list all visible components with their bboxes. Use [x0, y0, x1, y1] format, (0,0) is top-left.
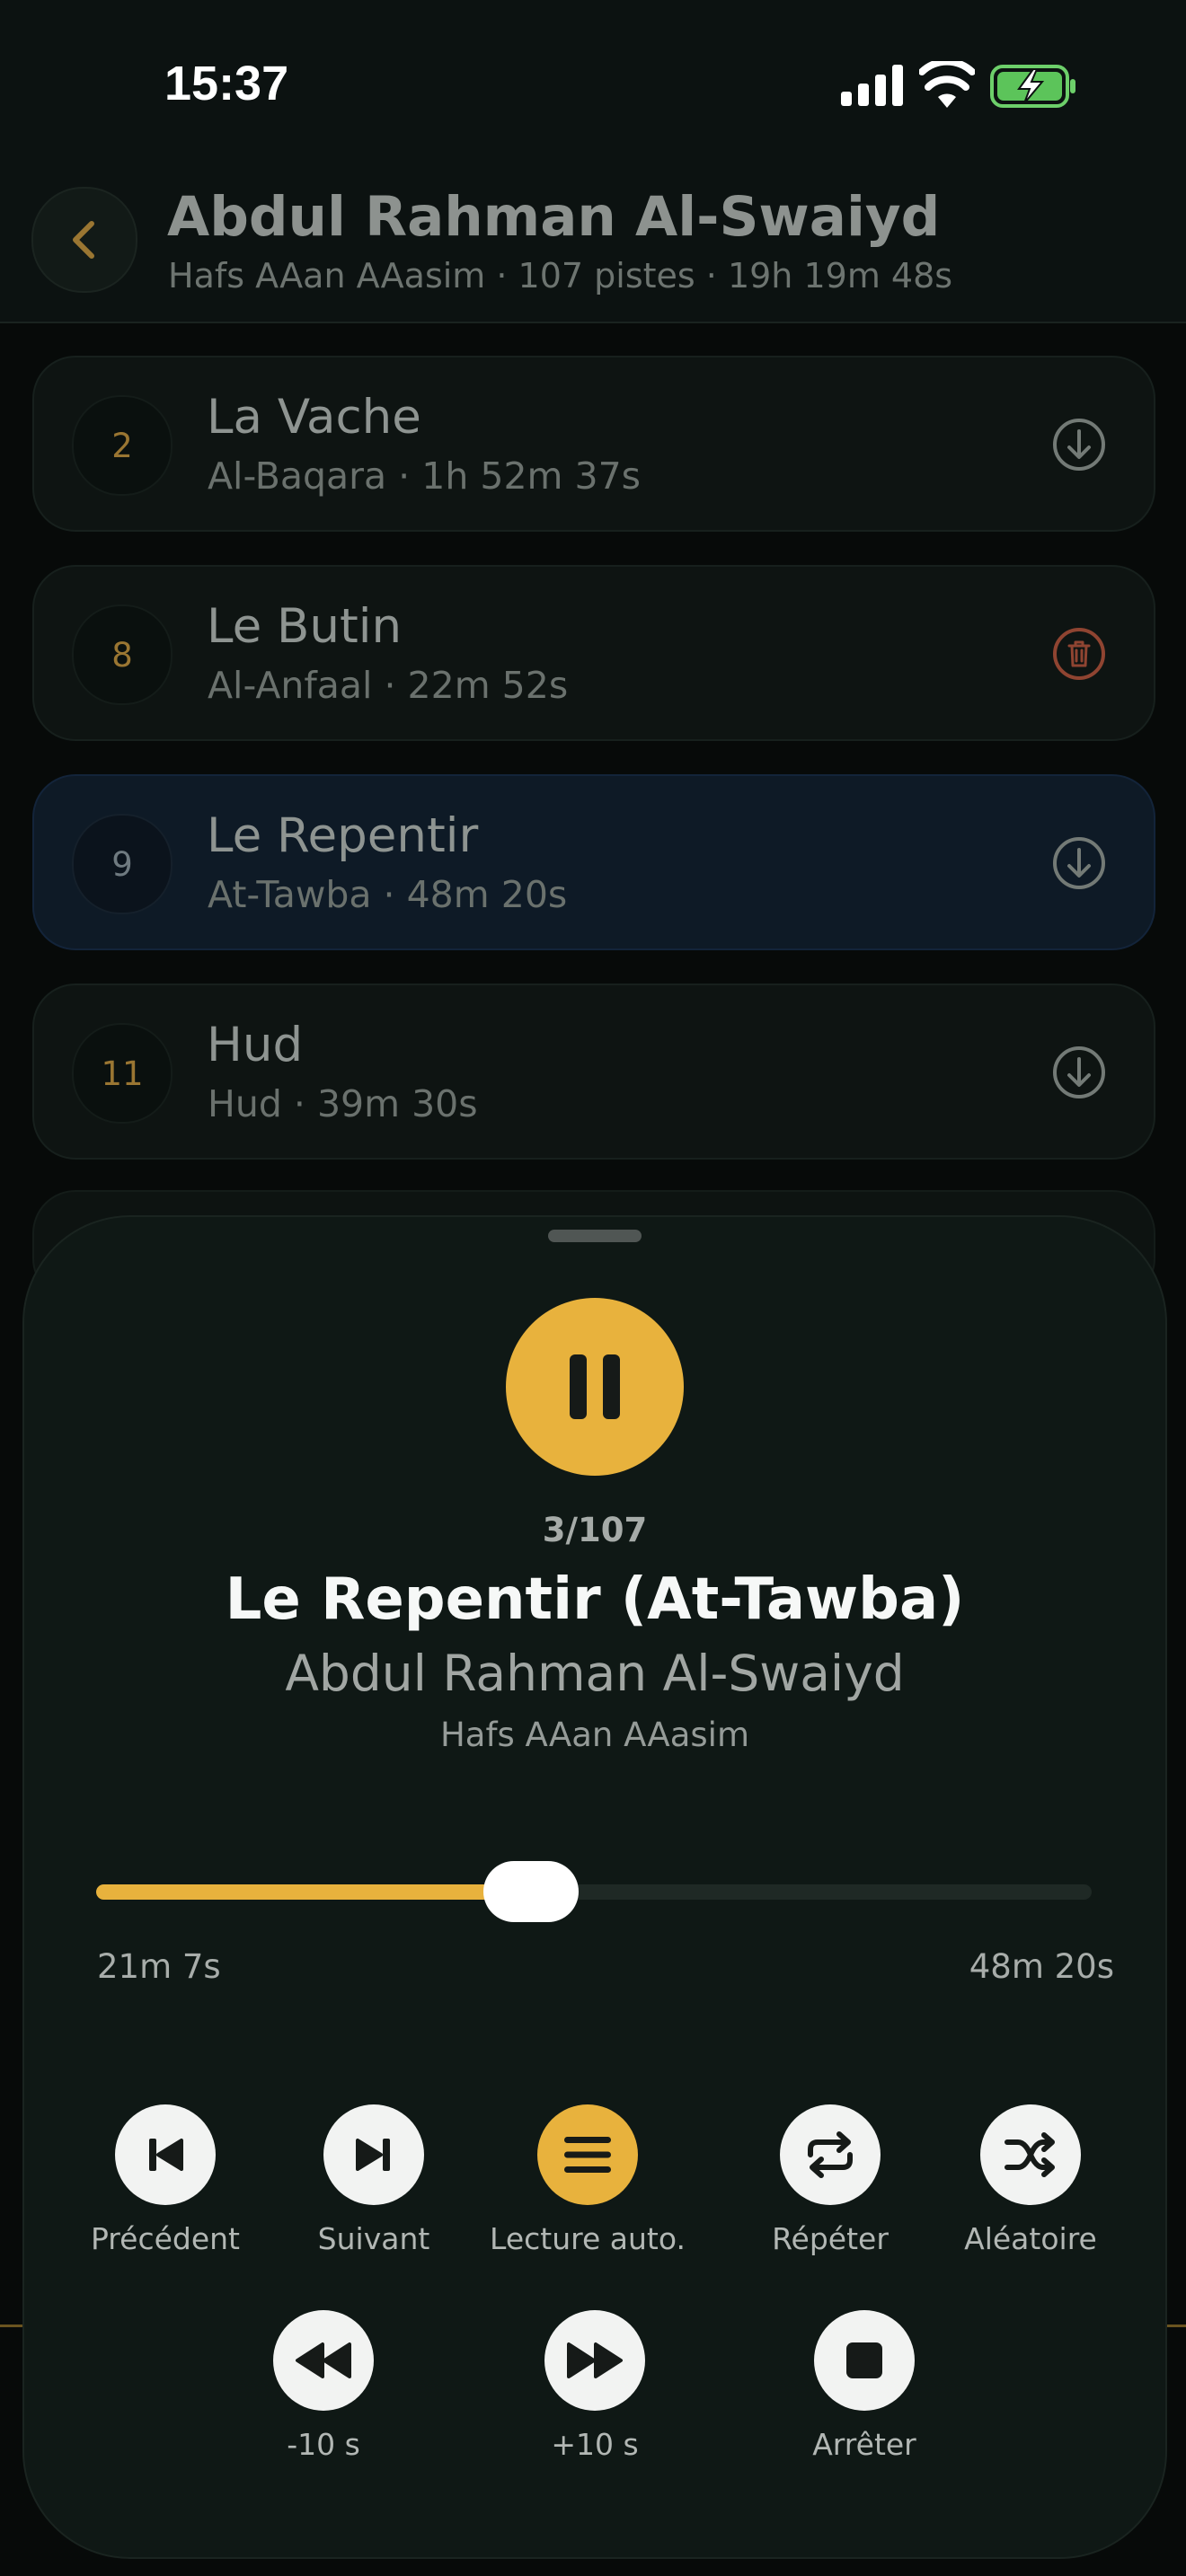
track-number: 2: [72, 395, 173, 496]
track-list: 2 La Vache Al-Baqara · 1h 52m 37s 8 Le B…: [0, 323, 1186, 1301]
cellular-signal-icon: [841, 65, 903, 106]
forward-10-label: +10 s: [551, 2427, 639, 2462]
page-subtitle: Hafs AAan AAasim · 107 pistes · 19h 19m …: [168, 256, 953, 296]
repeat-icon: [808, 2131, 853, 2178]
skip-previous-icon: [149, 2139, 183, 2171]
wifi-icon: [919, 61, 975, 108]
track-name: Le Butin: [207, 599, 403, 654]
skip-next-icon: [356, 2139, 390, 2171]
track-row-active[interactable]: 9 Le Repentir At-Tawba · 48m 20s: [32, 774, 1155, 950]
track-meta: Hud · 39m 30s: [208, 1082, 478, 1125]
now-playing-artist: Abdul Rahman Al-Swaiyd: [285, 1645, 905, 1702]
autoplay-label: Lecture auto.: [490, 2221, 686, 2256]
progress-fill: [96, 1884, 532, 1900]
track-name: La Vache: [207, 390, 421, 445]
next-button[interactable]: Suivant: [266, 2104, 482, 2256]
stop-icon: [846, 2342, 882, 2378]
stop-label: Arrêter: [812, 2427, 916, 2462]
stop-button[interactable]: Arrêter: [757, 2310, 972, 2462]
forward-10-button[interactable]: +10 s: [487, 2310, 703, 2462]
shuffle-label: Aléatoire: [964, 2221, 1097, 2256]
autoplay-list-icon: [564, 2137, 611, 2173]
track-number: 8: [72, 604, 173, 705]
repeat-label: Répéter: [772, 2221, 889, 2256]
track-row[interactable]: 2 La Vache Al-Baqara · 1h 52m 37s: [32, 356, 1155, 532]
elapsed-time: 21m 7s: [97, 1947, 221, 1986]
download-icon[interactable]: [1051, 417, 1107, 472]
track-name: Hud: [207, 1018, 304, 1072]
drag-handle[interactable]: [548, 1230, 642, 1242]
pause-icon: [570, 1354, 620, 1419]
chevron-left-icon: [73, 221, 94, 259]
battery-charging-icon: [990, 65, 1075, 108]
now-playing-title: Le Repentir (At-Tawba): [225, 1566, 965, 1633]
shuffle-icon: [1005, 2132, 1055, 2177]
now-playing-narration: Hafs AAan AAasim: [439, 1716, 750, 1754]
progress-knob[interactable]: [483, 1861, 580, 1922]
trash-icon[interactable]: [1051, 626, 1107, 682]
download-icon[interactable]: [1051, 1045, 1107, 1100]
download-icon[interactable]: [1051, 835, 1107, 891]
track-meta: At-Tawba · 48m 20s: [208, 873, 568, 916]
track-number: 9: [72, 814, 173, 914]
total-duration: 48m 20s: [969, 1947, 1114, 1986]
next-label: Suivant: [317, 2221, 430, 2256]
rewind-10-button[interactable]: -10 s: [216, 2310, 431, 2462]
status-time: 15:37: [164, 57, 289, 110]
back-button[interactable]: [31, 187, 137, 293]
repeat-button[interactable]: Répéter: [722, 2104, 938, 2256]
rewind-icon: [296, 2342, 351, 2378]
previous-label: Précédent: [90, 2221, 240, 2256]
fast-forward-icon: [567, 2342, 623, 2378]
autoplay-button[interactable]: Lecture auto.: [480, 2104, 695, 2256]
pause-button[interactable]: [506, 1298, 684, 1476]
track-meta: Al-Anfaal · 22m 52s: [208, 664, 569, 707]
status-bar: 15:37: [0, 0, 1186, 171]
progress-slider[interactable]: [96, 1861, 1092, 1922]
previous-button[interactable]: Précédent: [58, 2104, 273, 2256]
track-row[interactable]: 8 Le Butin Al-Anfaal · 22m 52s: [32, 565, 1155, 741]
shuffle-button[interactable]: Aléatoire: [923, 2104, 1138, 2256]
track-position: 3/107: [542, 1511, 648, 1549]
app-header: Abdul Rahman Al-Swaiyd Hafs AAan AAasim …: [0, 171, 1186, 323]
rewind-10-label: -10 s: [287, 2427, 360, 2462]
track-row[interactable]: 11 Hud Hud · 39m 30s: [32, 984, 1155, 1160]
player-sheet: 3/107 Le Repentir (At-Tawba) Abdul Rahma…: [22, 1215, 1167, 2559]
track-meta: Al-Baqara · 1h 52m 37s: [208, 454, 642, 498]
page-title: Abdul Rahman Al-Swaiyd: [167, 185, 941, 249]
track-name: Le Repentir: [207, 808, 479, 863]
track-number: 11: [72, 1023, 173, 1124]
